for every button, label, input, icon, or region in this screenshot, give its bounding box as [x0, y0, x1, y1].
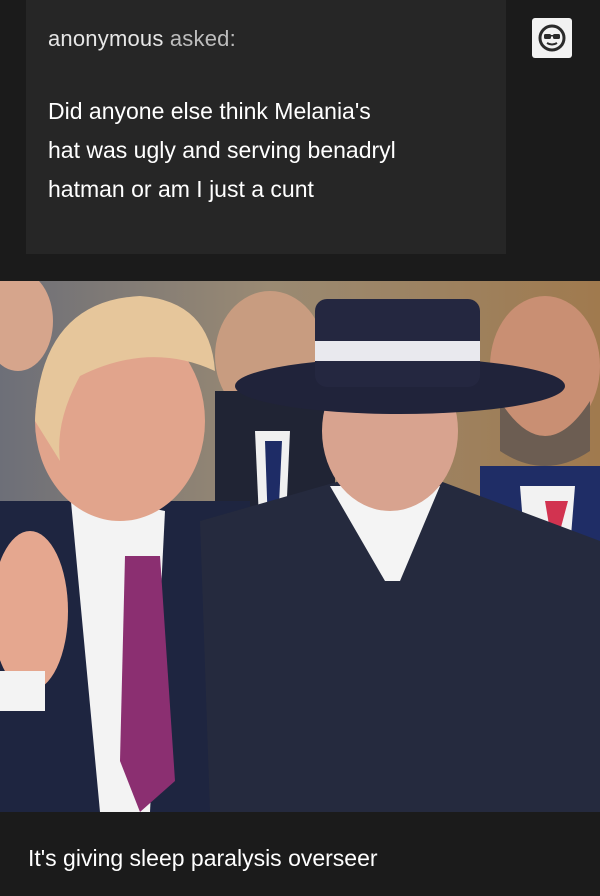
asked-label: asked:: [169, 26, 236, 51]
sunglasses-face-icon: [538, 24, 566, 52]
question-text: Did anyone else think Melania's hat was …: [48, 98, 396, 202]
ask-box: anonymous asked: Did anyone else think M…: [26, 0, 506, 254]
answer-text: It's giving sleep paralysis overseer: [28, 845, 378, 871]
asker-avatar[interactable]: [532, 18, 572, 58]
photo-illustration: [0, 281, 600, 812]
post-photo: [0, 281, 600, 812]
asker-name[interactable]: anonymous: [48, 26, 164, 51]
asker-line: anonymous asked:: [48, 26, 236, 52]
